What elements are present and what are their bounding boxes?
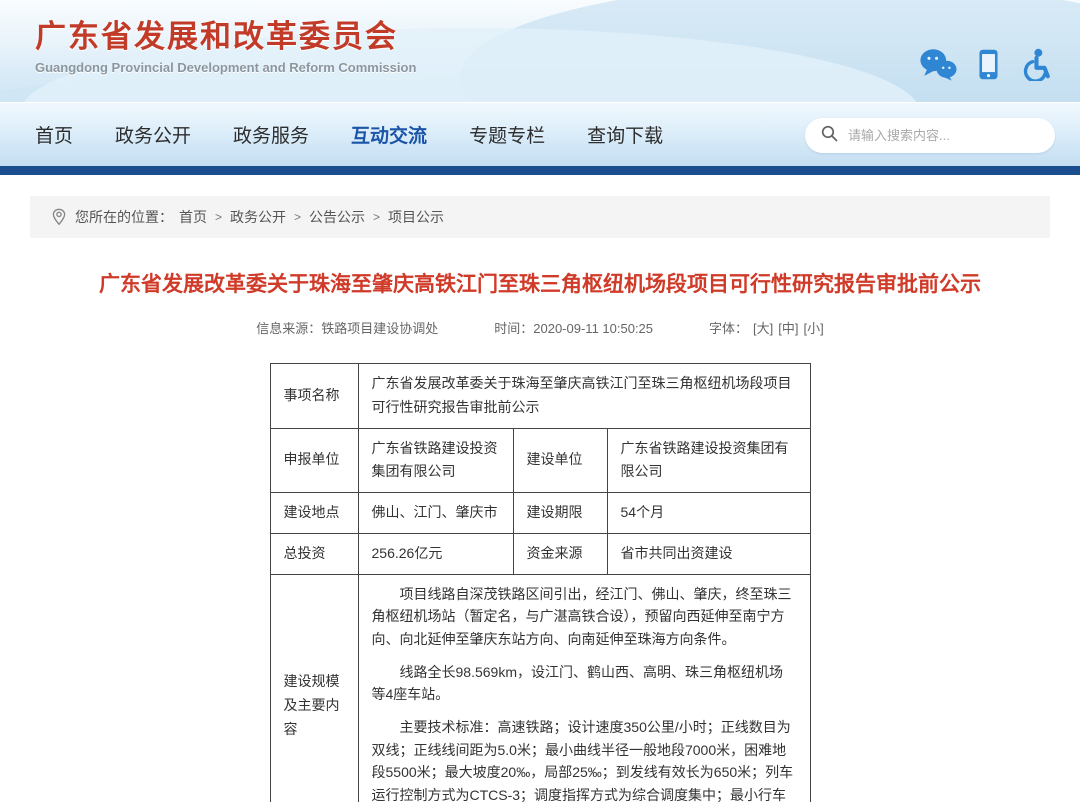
scale-paragraph-length-stations: 线路全长98.569km，设江门、鹤山西、高明、珠三角枢纽机场等4座车站。 xyxy=(372,661,797,706)
table-row: 建设地点 佛山、江门、肇庆市 建设期限 54个月 xyxy=(270,493,810,534)
nav-item-special-topics[interactable]: 专题专栏 xyxy=(469,121,545,148)
table-row: 建设规模及主要内容 项目线路自深茂铁路区间引出，经江门、佛山、肇庆，终至珠三角枢… xyxy=(270,574,810,802)
scale-paragraph-tech-standards: 主要技术标准：高速铁路；设计速度350公里/小时；正线数目为双线；正线线间距为5… xyxy=(372,716,797,802)
article-source: 信息来源：铁路项目建设协调处 xyxy=(256,318,438,337)
site-header: 广东省发展和改革委员会 Guangdong Provincial Develop… xyxy=(0,0,1080,102)
breadcrumb-separator: > xyxy=(373,210,380,224)
breadcrumb: 您所在的位置： 首页 > 政务公开 > 公告公示 > 项目公示 xyxy=(30,196,1050,238)
table-row: 事项名称 广东省发展改革委关于珠海至肇庆高铁江门至珠三角枢纽机场段项目可行性研究… xyxy=(270,364,810,429)
header-icon-bar xyxy=(919,48,1052,81)
label-duration: 建设期限 xyxy=(513,493,607,534)
nav-item-downloads[interactable]: 查询下载 xyxy=(587,121,663,148)
table-row: 申报单位 广东省铁路建设投资集团有限公司 建设单位 广东省铁路建设投资集团有限公… xyxy=(270,428,810,493)
breadcrumb-separator: > xyxy=(294,210,301,224)
wechat-icon[interactable] xyxy=(919,48,957,81)
search-icon xyxy=(821,125,838,147)
breadcrumb-link-announcements[interactable]: 公告公示 xyxy=(309,207,365,227)
article-meta: 信息来源：铁路项目建设协调处 时间：2020-09-11 10:50:25 字体… xyxy=(0,318,1080,337)
font-size-small-button[interactable]: [小] xyxy=(804,318,824,337)
font-size-large-button[interactable]: [大] xyxy=(753,318,773,337)
article-time: 时间：2020-09-11 10:50:25 xyxy=(494,318,653,337)
location-pin-icon xyxy=(52,208,66,226)
breadcrumb-separator: > xyxy=(215,210,222,224)
font-size-medium-button[interactable]: [中] xyxy=(778,318,798,337)
project-detail-table: 事项名称 广东省发展改革委关于珠海至肇庆高铁江门至珠三角枢纽机场段项目可行性研究… xyxy=(270,363,811,802)
scale-paragraph-route: 项目线路自深茂铁路区间引出，经江门、佛山、肇庆，终至珠三角枢纽机场站（暂定名，与… xyxy=(372,583,797,651)
breadcrumb-link-project-publicity[interactable]: 项目公示 xyxy=(388,207,444,227)
label-funding-source: 资金来源 xyxy=(513,533,607,574)
site-logo[interactable]: 广东省发展和改革委员会 Guangdong Provincial Develop… xyxy=(35,11,416,75)
nav-item-interaction[interactable]: 互动交流 xyxy=(351,121,427,148)
font-size-controls: 字体： [大] [中] [小] xyxy=(709,318,824,337)
nav-bottom-divider xyxy=(0,166,1080,175)
mobile-icon[interactable] xyxy=(979,49,998,80)
font-size-label: 字体： xyxy=(709,318,748,337)
nav-item-gov-services[interactable]: 政务服务 xyxy=(233,121,309,148)
site-title-en: Guangdong Provincial Development and Ref… xyxy=(35,60,416,75)
nav-item-home[interactable]: 首页 xyxy=(35,121,73,148)
article-title: 广东省发展改革委关于珠海至肇庆高铁江门至珠三角枢纽机场段项目可行性研究报告审批前… xyxy=(48,271,1032,299)
main-nav: 首页 政务公开 政务服务 互动交流 专题专栏 查询下载 xyxy=(0,102,1080,166)
label-total-investment: 总投资 xyxy=(270,533,358,574)
search-input[interactable] xyxy=(848,128,1043,143)
value-total-investment: 256.26亿元 xyxy=(358,533,513,574)
value-duration: 54个月 xyxy=(607,493,810,534)
search-box[interactable] xyxy=(805,118,1055,153)
table-row: 总投资 256.26亿元 资金来源 省市共同出资建设 xyxy=(270,533,810,574)
breadcrumb-prefix: 您所在的位置： xyxy=(75,207,173,227)
label-item-name: 事项名称 xyxy=(270,364,358,429)
value-funding-source: 省市共同出资建设 xyxy=(607,533,810,574)
label-construction-unit: 建设单位 xyxy=(513,428,607,493)
value-scale-and-content: 项目线路自深茂铁路区间引出，经江门、佛山、肇庆，终至珠三角枢纽机场站（暂定名，与… xyxy=(358,574,810,802)
label-location: 建设地点 xyxy=(270,493,358,534)
nav-item-gov-info[interactable]: 政务公开 xyxy=(115,121,191,148)
value-construction-unit: 广东省铁路建设投资集团有限公司 xyxy=(607,428,810,493)
value-item-name: 广东省发展改革委关于珠海至肇庆高铁江门至珠三角枢纽机场段项目可行性研究报告审批前… xyxy=(358,364,810,429)
label-applicant: 申报单位 xyxy=(270,428,358,493)
value-applicant: 广东省铁路建设投资集团有限公司 xyxy=(358,428,513,493)
value-location: 佛山、江门、肇庆市 xyxy=(358,493,513,534)
label-scale-and-content: 建设规模及主要内容 xyxy=(270,574,358,802)
nav-items: 首页 政务公开 政务服务 互动交流 专题专栏 查询下载 xyxy=(0,121,663,148)
breadcrumb-link-gov-info[interactable]: 政务公开 xyxy=(230,207,286,227)
site-title-cn: 广东省发展和改革委员会 xyxy=(35,11,416,56)
breadcrumb-link-home[interactable]: 首页 xyxy=(179,207,207,227)
accessibility-icon[interactable] xyxy=(1020,48,1052,81)
